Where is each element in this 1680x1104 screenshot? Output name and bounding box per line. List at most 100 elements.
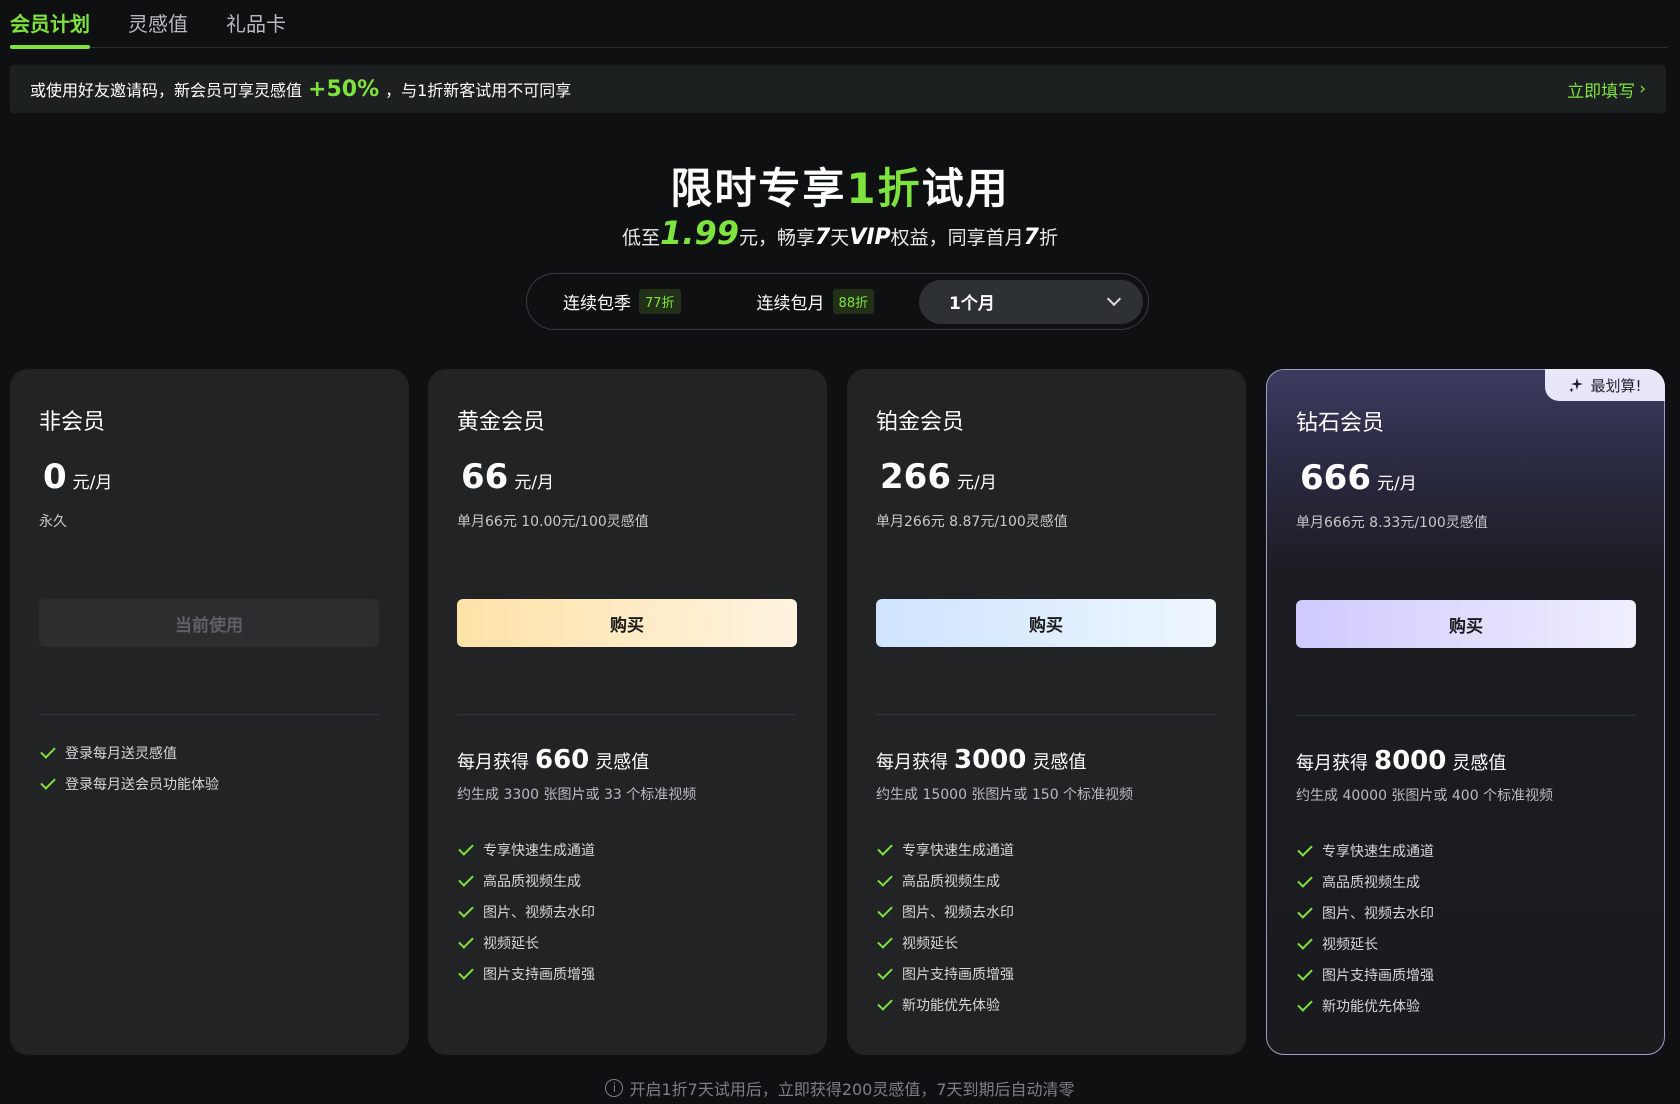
best-value-label: 最划算! xyxy=(1590,376,1642,395)
billing-option-monthly[interactable]: 连续包月 88折 xyxy=(757,289,875,314)
monthly-points-estimate: 约生成 40000 张图片或 400 个标准视频 xyxy=(1296,788,1554,804)
feature-item: 高品质视频生成 xyxy=(876,865,1014,896)
feature-item: 图片支持画质增强 xyxy=(1296,959,1434,990)
feature-label: 视频延长 xyxy=(483,935,539,952)
monthly-points-prefix: 每月获得 xyxy=(876,752,948,773)
check-icon xyxy=(877,902,893,918)
billing-option-label: 连续包月 xyxy=(756,294,825,314)
feature-label: 专享快速生成通道 xyxy=(902,842,1014,859)
feature-label: 图片、视频去水印 xyxy=(483,904,595,921)
hero-sub-text: 权益，同享首月 xyxy=(890,227,1024,249)
chevron-down-icon xyxy=(1106,291,1122,306)
trial-footnote-text: 开启1折7天试用后，立即获得200灵感值，7天到期后自动清零 xyxy=(629,1080,1075,1099)
invite-code-banner: 或使用好友邀请码，新会员可享灵感值 +50% ，与1折新客试用不可同享 立即填写… xyxy=(10,65,1666,113)
plan-name: 钻石会员 xyxy=(1296,411,1385,436)
feature-item: 高品质视频生成 xyxy=(457,865,595,896)
hero-sub-price: 1.99 xyxy=(660,214,739,252)
hero-subtitle: 低至1.99元，畅享7天VIP权益，同享首月7折 xyxy=(0,214,1680,252)
plan-price-unit: 元/月 xyxy=(72,473,113,493)
trial-footnote: i 开启1折7天试用后，立即获得200灵感值，7天到期后自动清零 xyxy=(0,1076,1680,1100)
hero-sub-text: 低至 xyxy=(622,227,661,249)
check-icon xyxy=(458,933,474,949)
plan-price-unit: 元/月 xyxy=(1376,474,1417,494)
plan-price-row: 666 元/月 xyxy=(1300,458,1417,498)
plan-price-note: 单月266元 8.87元/100灵感值 xyxy=(876,514,1068,530)
monthly-points-estimate: 约生成 15000 张图片或 150 个标准视频 xyxy=(876,787,1134,803)
hero-title: 限时专享1折试用 xyxy=(0,155,1680,216)
monthly-points-suffix: 灵感值 xyxy=(595,752,650,773)
fill-now-label: 立即填写 xyxy=(1567,81,1636,102)
check-icon xyxy=(1297,996,1313,1012)
plan-card-platinum: 铂金会员 266 元/月 单月266元 8.87元/100灵感值 购买 每月获得… xyxy=(847,369,1246,1055)
feature-list: 专享快速生成通道 高品质视频生成 图片、视频去水印 视频延长 图片支持画质增强 xyxy=(457,834,595,989)
buy-gold-button[interactable]: 购买 xyxy=(457,599,797,647)
plan-price-note: 单月666元 8.33元/100灵感值 xyxy=(1296,515,1488,531)
fill-now-link[interactable]: 立即填写 › xyxy=(1567,77,1646,102)
plan-card-gold: 黄金会员 66 元/月 单月66元 10.00元/100灵感值 购买 每月获得 … xyxy=(428,369,827,1055)
billing-option-quarterly[interactable]: 连续包季 77折 xyxy=(563,289,681,314)
monthly-points-estimate: 约生成 3300 张图片或 33 个标准视频 xyxy=(457,787,697,803)
feature-label: 高品质视频生成 xyxy=(902,873,1000,890)
feature-list: 专享快速生成通道 高品质视频生成 图片、视频去水印 视频延长 图片支持画质增强 … xyxy=(1296,835,1434,1021)
check-icon xyxy=(1297,872,1313,888)
plan-price-unit: 元/月 xyxy=(956,473,997,493)
hero-sub-days: 7 xyxy=(814,225,831,250)
check-icon xyxy=(458,871,474,887)
plan-price-row: 66 元/月 xyxy=(461,457,554,497)
feature-item: 新功能优先体验 xyxy=(876,989,1014,1020)
feature-item: 新功能优先体验 xyxy=(1296,990,1434,1021)
feature-item: 视频延长 xyxy=(457,927,595,958)
buy-platinum-button[interactable]: 购买 xyxy=(876,599,1216,647)
feature-item: 图片、视频去水印 xyxy=(1296,897,1434,928)
feature-item: 专享快速生成通道 xyxy=(1296,835,1434,866)
check-icon xyxy=(877,840,893,856)
tab-inspiration-points[interactable]: 灵感值 xyxy=(128,0,188,48)
monthly-points-value: 8000 xyxy=(1374,746,1447,776)
feature-item: 图片、视频去水印 xyxy=(876,896,1014,927)
plan-price-row: 0 元/月 xyxy=(43,457,112,497)
plan-price-note: 永久 xyxy=(39,514,67,530)
card-divider xyxy=(876,714,1216,715)
feature-label: 高品质视频生成 xyxy=(1322,874,1420,891)
plan-price-unit: 元/月 xyxy=(514,473,555,493)
check-icon xyxy=(1297,841,1313,857)
feature-label: 登录每月送会员功能体验 xyxy=(65,776,219,793)
hero-title-before: 限时专享 xyxy=(670,164,847,213)
card-divider xyxy=(1296,715,1636,716)
check-icon xyxy=(1297,934,1313,950)
monthly-points-prefix: 每月获得 xyxy=(1296,753,1368,774)
monthly-points: 每月获得 660 灵感值 xyxy=(457,745,649,775)
discount-badge: 77折 xyxy=(639,289,681,314)
feature-list: 专享快速生成通道 高品质视频生成 图片、视频去水印 视频延长 图片支持画质增强 … xyxy=(876,834,1014,1020)
feature-item: 图片、视频去水印 xyxy=(457,896,595,927)
buy-diamond-button[interactable]: 购买 xyxy=(1296,600,1636,648)
plan-price: 0 xyxy=(43,457,67,497)
monthly-points-value: 660 xyxy=(535,745,590,775)
discount-badge: 88折 xyxy=(832,289,875,314)
tab-membership-plans[interactable]: 会员计划 xyxy=(10,0,90,49)
check-icon xyxy=(1297,903,1313,919)
monthly-points: 每月获得 8000 灵感值 xyxy=(1296,746,1506,776)
duration-dropdown[interactable]: 1个月 xyxy=(919,279,1143,324)
plan-card-free: 非会员 0 元/月 永久 当前使用 登录每月送灵感值 登录每月送会员功能体验 xyxy=(10,369,409,1055)
duration-dropdown-value: 1个月 xyxy=(949,294,995,314)
hero-title-highlight: 1折 xyxy=(846,164,922,213)
plan-price: 266 xyxy=(880,457,951,497)
card-divider xyxy=(39,714,379,715)
feature-label: 登录每月送灵感值 xyxy=(65,745,177,762)
feature-item: 登录每月送会员功能体验 xyxy=(39,768,219,799)
hero-title-after: 试用 xyxy=(921,164,1010,213)
banner-text: 或使用好友邀请码，新会员可享灵感值 +50% ，与1折新客试用不可同享 xyxy=(30,77,571,102)
feature-label: 视频延长 xyxy=(1322,936,1378,953)
check-icon xyxy=(877,964,893,980)
current-plan-button: 当前使用 xyxy=(39,599,379,647)
feature-item: 图片支持画质增强 xyxy=(457,958,595,989)
feature-label: 专享快速生成通道 xyxy=(1322,843,1434,860)
feature-item: 视频延长 xyxy=(876,927,1014,958)
billing-option-label: 连续包季 xyxy=(563,294,631,314)
tab-gift-card[interactable]: 礼品卡 xyxy=(226,0,286,48)
plan-price: 66 xyxy=(461,457,509,497)
monthly-points-prefix: 每月获得 xyxy=(457,752,529,773)
check-icon xyxy=(877,933,893,949)
tab-bar: 会员计划 灵感值 礼品卡 xyxy=(10,0,1668,49)
